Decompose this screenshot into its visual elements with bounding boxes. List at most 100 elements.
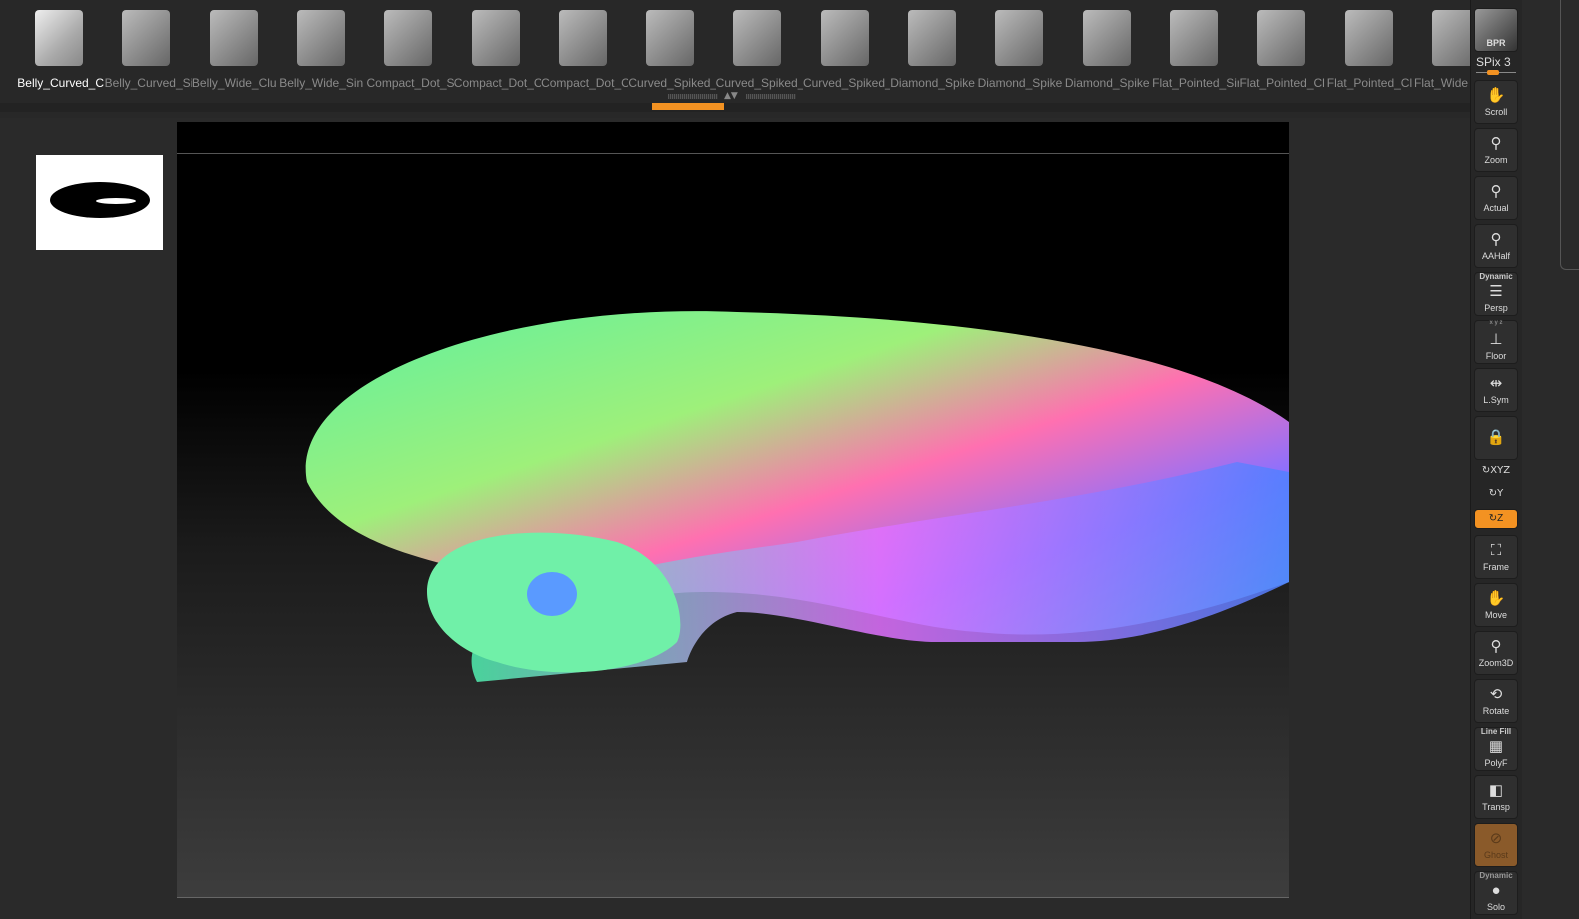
z-label: Z (1497, 513, 1504, 524)
brush-label[interactable]: Curved_Spiked_ (716, 76, 803, 90)
polyf-button[interactable]: Line Fill ▦ PolyF (1474, 727, 1518, 771)
brush-label[interactable]: Belly_Wide_Clu (192, 76, 279, 90)
brush-label[interactable]: Diamond_Spike (890, 76, 977, 90)
floor-icon: ⊥ (1489, 331, 1503, 348)
3d-viewport-canvas[interactable] (177, 122, 1289, 897)
brush-label[interactable]: Belly_Curved_C (17, 76, 104, 90)
solo-icon: ● (1491, 882, 1501, 899)
brush-label[interactable]: Flat_Pointed_Cl (1327, 76, 1414, 90)
spix-slider-knob[interactable] (1487, 70, 1499, 75)
expand-collapse-arrows-icon[interactable]: ▲▼ (724, 91, 738, 101)
solo-button[interactable]: Dynamic ● Solo (1474, 871, 1518, 915)
brush-thumbnail[interactable] (296, 10, 345, 66)
brush-label[interactable]: Belly_Wide_Sin (279, 76, 366, 90)
brush-thumbnail[interactable] (820, 10, 869, 66)
brush-thumbnail[interactable] (209, 10, 258, 66)
dynamic-label: Dynamic (1479, 272, 1513, 281)
frame-icon: ⛶ (1490, 542, 1502, 559)
aahalf-button[interactable]: ⚲ AAHalf (1474, 224, 1518, 268)
brush-label[interactable]: Flat_Wide (1414, 76, 1470, 90)
alpha-preview[interactable] (36, 155, 163, 250)
brush-label[interactable]: Diamond_Spike (1065, 76, 1152, 90)
zoom3d-button[interactable]: ⚲ Zoom3D (1474, 631, 1518, 675)
symmetry-icon: ⇹ (1489, 375, 1503, 392)
strip-resize-handle[interactable] (746, 94, 796, 99)
brush-label[interactable]: Compact_Dot_C (454, 76, 541, 90)
frame-label: Frame (1482, 562, 1509, 572)
move-hand-icon: ✋ (1486, 590, 1506, 607)
brush-label[interactable]: Flat_Pointed_Sir (1152, 76, 1239, 90)
aahalf-label: AAHalf (1481, 251, 1510, 261)
magnifier-x1-icon: ⚲ (1490, 183, 1502, 200)
lsym-label: L.Sym (1483, 395, 1509, 405)
brush-thumbnail[interactable] (646, 10, 695, 66)
brush-thumbnail[interactable] (384, 10, 433, 66)
brush-label[interactable]: Diamond_Spike (978, 76, 1065, 90)
brush-label[interactable]: Belly_Curved_Si (105, 76, 192, 90)
y-label: Y (1497, 488, 1504, 499)
viewport-bottom-border (177, 897, 1289, 898)
zoom-button[interactable]: ⚲ Zoom (1474, 128, 1518, 172)
brush-thumbnail[interactable] (1431, 10, 1470, 66)
right-panel-edge (1560, 0, 1579, 270)
floor-button[interactable]: x y z ⊥ Floor (1474, 320, 1518, 364)
magnifier-half-icon: ⚲ (1490, 231, 1502, 248)
hand-icon: ✋ (1486, 87, 1506, 104)
zoom-label: Zoom (1484, 155, 1508, 165)
bpr-render-button[interactable]: BPR (1474, 8, 1518, 52)
floor-axes-label: x y z (1489, 320, 1503, 326)
brush-thumbnail[interactable] (471, 10, 520, 66)
rotate-label: Rotate (1482, 706, 1510, 716)
brush-label[interactable]: l_Si (0, 76, 17, 90)
snake-model (305, 311, 1289, 682)
brush-label[interactable]: Curved_Spiked_ (628, 76, 715, 90)
camera-lock-icon: 🔒 (1486, 429, 1506, 446)
polyf-label: PolyF (1484, 758, 1508, 768)
brush-label[interactable]: Curved_Spiked_ (803, 76, 890, 90)
xyz-label: XYZ (1490, 465, 1511, 476)
solo-label: Solo (1486, 902, 1505, 912)
grid-icon: ▦ (1488, 738, 1504, 755)
ghost-label: Ghost (1483, 850, 1508, 860)
brush-label[interactable]: Compact_Dot_S (366, 76, 453, 90)
brush-thumbnail[interactable] (995, 10, 1044, 66)
transp-button[interactable]: ◧ Transp (1474, 775, 1518, 819)
brush-thumbnail[interactable] (35, 10, 83, 66)
rotate-xyz-button[interactable]: ↻XYZ (1474, 465, 1518, 476)
rotate-icon: ⟲ (1489, 686, 1503, 703)
brush-strip-scroll-thumb[interactable] (652, 103, 724, 110)
move-label: Move (1484, 610, 1507, 620)
brush-thumbnail[interactable] (733, 10, 782, 66)
ghost-button[interactable]: ⊘ Ghost (1474, 823, 1518, 867)
actual-label: Actual (1483, 203, 1509, 213)
magnifier-icon: ⚲ (1490, 135, 1502, 152)
brush-thumbnail[interactable] (122, 10, 171, 66)
strip-resize-handle[interactable] (668, 94, 718, 99)
transparency-icon: ◧ (1488, 782, 1504, 799)
brush-thumbnail[interactable] (558, 10, 607, 66)
brush-thumbnail[interactable] (1344, 10, 1393, 66)
scroll-label: Scroll (1484, 107, 1508, 117)
scroll-button[interactable]: ✋ Scroll (1474, 80, 1518, 124)
brush-thumbnail[interactable] (1082, 10, 1131, 66)
lock-camera-button[interactable]: 🔒 (1474, 416, 1518, 460)
frame-button[interactable]: ⛶ Frame (1474, 535, 1518, 579)
move-button[interactable]: ✋ Move (1474, 583, 1518, 627)
brush-thumbnail[interactable] (1169, 10, 1218, 66)
rotate-y-button[interactable]: ↻Y (1474, 488, 1518, 499)
brush-thumbnail[interactable] (908, 10, 956, 66)
transp-label: Transp (1482, 802, 1510, 812)
rotate-button[interactable]: ⟲ Rotate (1474, 679, 1518, 723)
actual-button[interactable]: ⚲ Actual (1474, 176, 1518, 220)
brush-label[interactable]: Flat_Pointed_Cl (1239, 76, 1326, 90)
ghost-icon: ⊘ (1489, 830, 1503, 847)
lsym-button[interactable]: ⇹ L.Sym (1474, 368, 1518, 412)
zoom3d-icon: ⚲ (1490, 638, 1502, 655)
brush-strip-scrollbar[interactable] (0, 103, 1470, 112)
dynamic-solo-label: Dynamic (1479, 871, 1513, 880)
brush-thumbnail[interactable] (1257, 10, 1306, 66)
brush-label[interactable]: Compact_Dot_C (541, 76, 628, 90)
rotate-z-button[interactable]: ↻Z (1474, 509, 1518, 529)
persp-button[interactable]: Dynamic ☰ Persp (1474, 272, 1518, 316)
floor-label: Floor (1485, 351, 1507, 361)
